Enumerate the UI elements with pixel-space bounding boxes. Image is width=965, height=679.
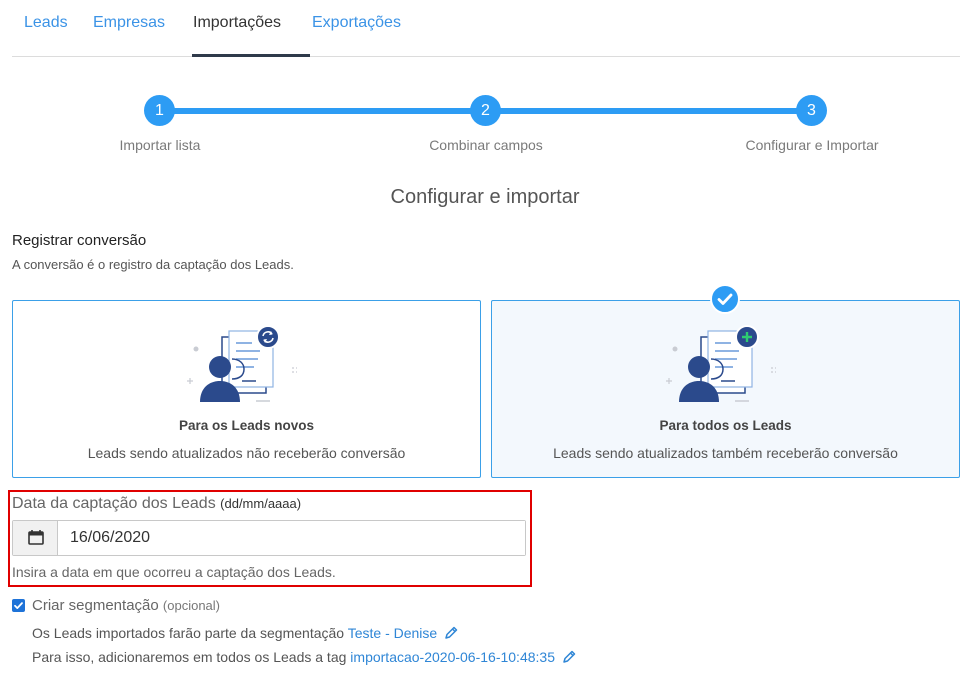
segmentation-tag-line: Para isso, adicionaremos em todos os Lea… [32,649,576,665]
tab-importacoes[interactable]: Importações [193,0,281,57]
tab-leads[interactable]: Leads [24,0,68,57]
segmentation-name-link[interactable]: Teste - Denise [348,625,437,641]
step-2-label: Combinar campos [429,137,543,153]
import-stepper: 1 2 3 Importar lista Combinar campos Con… [0,93,965,163]
conversion-title: Registrar conversão [12,232,147,249]
segmentation-label-text: Criar segmentação [32,597,159,614]
segmentation-tag-link[interactable]: importacao-2020-06-16-10:48:35 [350,649,555,665]
capture-date-input-group [12,520,526,556]
calendar-icon[interactable] [13,521,58,555]
option-title: Para os Leads novos [178,418,315,433]
segmentation-optional-text: (opcional) [162,598,220,613]
capture-date-format-hint: (dd/mm/aaaa) [220,496,302,511]
option-card-new-leads[interactable]: Para os Leads novos Leads sendo atualiza… [12,300,481,478]
step-3-label: Configurar e Importar [745,137,879,153]
create-segmentation-checkbox[interactable] [12,599,25,612]
capture-date-help: Insira a data em que ocorreu a captação … [12,564,336,580]
capture-date-input[interactable] [58,521,525,555]
segmentation-tag-text: Para isso, adicionaremos em todos os Lea… [32,649,347,665]
leads-refresh-illustration-icon [186,325,297,402]
capture-date-label-text: Data da captação dos Leads [12,495,216,512]
step-3-circle: 3 [796,95,827,126]
option-description: Leads sendo atualizados também receberão… [553,445,898,461]
option-description: Leads sendo atualizados não receberão co… [87,445,406,461]
selected-check-icon [710,284,740,314]
step-2-circle: 2 [470,95,501,126]
capture-date-label: Data da captação dos Leads (dd/mm/aaaa) [12,495,301,513]
option-card-all-leads[interactable]: Para todos os Leads Leads sendo atualiza… [491,300,960,478]
tab-empresas[interactable]: Empresas [93,0,165,57]
section-title: Configurar e importar [390,186,580,208]
step-1-circle: 1 [144,95,175,126]
tab-bar: Leads Empresas Importações Exportações [12,0,960,57]
option-title: Para todos os Leads [659,418,792,433]
create-segmentation-label[interactable]: Criar segmentação (opcional) [32,597,220,614]
edit-tag-pencil-icon[interactable] [562,650,576,664]
segmentation-name-text: Os Leads importados farão parte da segme… [32,625,345,641]
tab-exportacoes[interactable]: Exportações [312,0,401,57]
conversion-subtitle: A conversão é o registro da captação dos… [12,257,294,272]
edit-segment-pencil-icon[interactable] [444,626,458,640]
leads-add-illustration-icon [665,325,776,402]
active-tab-indicator [192,54,310,57]
segmentation-name-line: Os Leads importados farão parte da segme… [32,625,458,641]
step-1-label: Importar lista [119,137,201,153]
